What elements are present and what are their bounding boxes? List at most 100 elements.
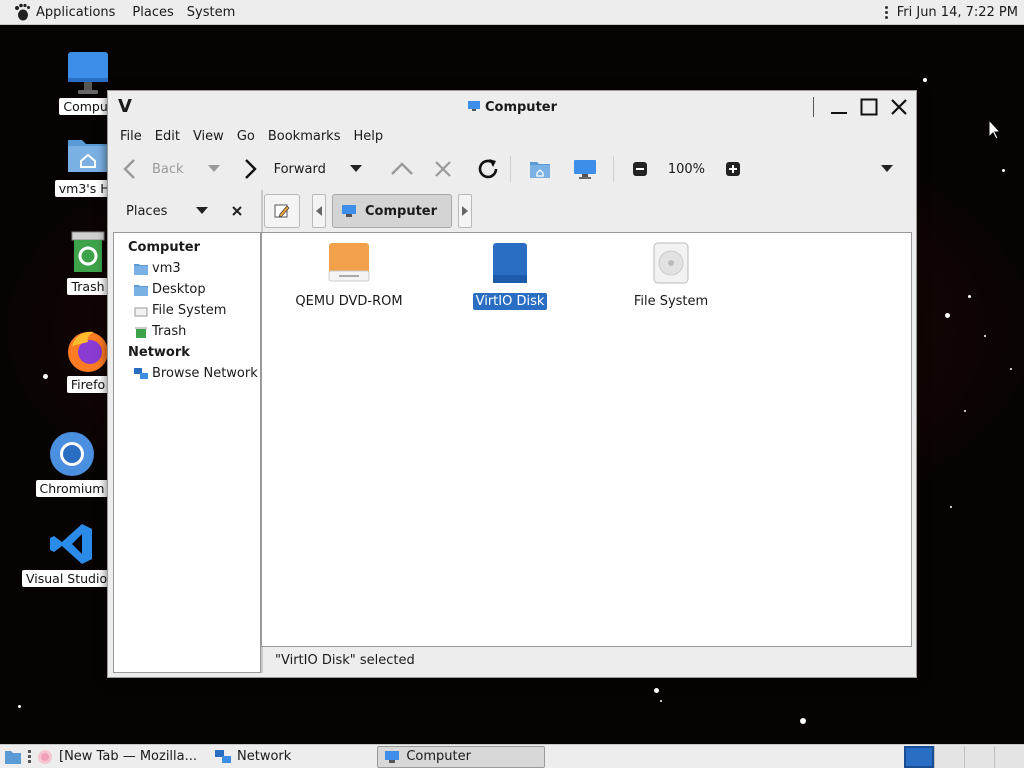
trash-icon: [135, 326, 147, 338]
close-button[interactable]: [886, 95, 912, 119]
task-network[interactable]: Network: [209, 746, 297, 768]
computer-icon: [342, 205, 356, 217]
task-computer[interactable]: Computer: [377, 745, 546, 768]
menu-view[interactable]: View: [193, 129, 224, 144]
zoom-in-button[interactable]: [725, 154, 741, 184]
clock[interactable]: Fri Jun 14, 7:22 PM: [897, 5, 1018, 20]
file-label: VirtIO Disk: [472, 293, 548, 310]
forward-label: Forward: [273, 161, 326, 177]
breadcrumb-computer[interactable]: Computer: [332, 194, 453, 228]
back-button[interactable]: Back: [122, 154, 184, 184]
sidebar-item-label: Browse Network: [152, 366, 258, 381]
sidebar-item-label: File System: [152, 303, 227, 318]
vscode-icon: [48, 520, 96, 568]
sidebar-item-trash[interactable]: Trash: [114, 321, 260, 342]
top-panel: Applications Places System Fri Jun 14, 7…: [0, 0, 1024, 25]
file-view[interactable]: QEMU DVD-ROM VirtIO Disk File System: [261, 232, 912, 647]
workspace-4[interactable]: [994, 745, 1024, 768]
taskbar: [New Tab — Mozilla... Network Computer: [0, 744, 1024, 768]
computer-icon: [467, 99, 481, 117]
mouse-cursor-icon: [988, 118, 1002, 145]
workspace-3[interactable]: [964, 745, 994, 768]
home-folder-icon: [134, 263, 148, 275]
zoom-in-icon: [726, 162, 741, 176]
menu-bookmarks[interactable]: Bookmarks: [268, 129, 341, 144]
zoom-out-button[interactable]: [632, 154, 648, 184]
stop-icon: [435, 161, 451, 177]
breadcrumb-label: Computer: [365, 203, 438, 219]
drive-icon: [134, 307, 148, 316]
gnome-foot-icon[interactable]: [12, 2, 32, 22]
close-sidebar-icon[interactable]: [232, 206, 242, 216]
forward-history-dropdown[interactable]: [349, 154, 362, 184]
sidebar-item-label: vm3: [152, 261, 181, 276]
reload-button[interactable]: [476, 154, 500, 184]
file-item-qemu-dvd-rom[interactable]: QEMU DVD-ROM: [284, 241, 414, 310]
minimize-button[interactable]: [826, 95, 852, 119]
sidebar-item-desktop[interactable]: Desktop: [114, 279, 260, 300]
disk-icon: [488, 241, 532, 285]
breadcrumb-scroll-right[interactable]: [458, 194, 473, 228]
home-folder-icon: [529, 162, 550, 178]
workspace-2[interactable]: [934, 745, 964, 768]
breadcrumb-scroll-left[interactable]: [312, 194, 326, 228]
chevron-down-icon: [349, 165, 362, 172]
task-label: Computer: [406, 749, 471, 764]
menu-edit[interactable]: Edit: [155, 129, 180, 144]
places-sidebar: Computer vm3 Desktop File System Trash N…: [113, 232, 261, 673]
show-desktop-icon[interactable]: [4, 749, 22, 765]
places-selector[interactable]: Places: [108, 204, 258, 219]
chevron-down-icon: [207, 165, 220, 172]
file-item-virtio-disk[interactable]: VirtIO Disk: [445, 241, 575, 310]
applications-menu[interactable]: Applications: [36, 5, 124, 20]
maximize-button[interactable]: [856, 95, 882, 119]
chevron-right-icon: [462, 206, 469, 216]
desktop-icon-label: Chromium: [35, 480, 109, 497]
panel-menu-icon[interactable]: [884, 5, 889, 19]
sidebar-item-file-system[interactable]: File System: [114, 300, 260, 321]
up-button[interactable]: [390, 154, 414, 184]
sidebar-heading-computer: Computer: [128, 240, 201, 255]
back-arrow-icon: [123, 159, 135, 179]
system-menu[interactable]: System: [183, 5, 244, 20]
computer-button[interactable]: [573, 154, 597, 184]
toolbar: Back Forward 100%: [108, 148, 916, 190]
chevron-down-icon: [196, 207, 208, 214]
task-label: Network: [237, 749, 292, 764]
menu-file[interactable]: File: [120, 129, 142, 144]
window-title: Computer: [108, 99, 916, 117]
chevron-down-icon: [881, 165, 894, 172]
network-icon: [134, 367, 148, 379]
status-text: "VirtIO Disk" selected: [275, 652, 415, 668]
toggle-location-entry-button[interactable]: [264, 194, 300, 228]
titlebar[interactable]: V Computer: [108, 91, 916, 124]
computer-icon: [385, 750, 400, 763]
task-firefox[interactable]: [New Tab — Mozilla...: [31, 746, 203, 768]
places-menu[interactable]: Places: [124, 5, 182, 20]
hard-drive-icon: [649, 241, 693, 285]
task-label: [New Tab — Mozilla...: [59, 749, 198, 764]
sidebar-item-label: Desktop: [152, 282, 206, 297]
menu-go[interactable]: Go: [237, 129, 255, 144]
zoom-level: 100%: [667, 161, 706, 177]
trash-icon: [64, 228, 112, 276]
menu-help[interactable]: Help: [353, 129, 383, 144]
toolbar-overflow-dropdown[interactable]: [881, 154, 894, 184]
file-item-file-system[interactable]: File System: [606, 241, 736, 310]
workspace-1[interactable]: [904, 745, 934, 768]
sidebar-item-vm3[interactable]: vm3: [114, 258, 260, 279]
home-folder-icon: [64, 130, 112, 178]
sidebar-item-label: Trash: [152, 324, 187, 339]
home-button[interactable]: [529, 154, 551, 184]
sidebar-item-browse-network[interactable]: Browse Network: [114, 363, 260, 384]
status-bar: "VirtIO Disk" selected: [261, 647, 912, 673]
back-history-dropdown[interactable]: [207, 154, 220, 184]
forward-button[interactable]: Forward: [242, 154, 326, 184]
stop-button[interactable]: [434, 154, 452, 184]
file-label: File System: [633, 294, 709, 309]
firefox-icon: [38, 749, 52, 764]
network-icon: [215, 749, 232, 763]
computer-icon: [573, 160, 596, 179]
sidebar-heading-network: Network: [128, 345, 190, 360]
up-arrow-icon: [390, 162, 413, 175]
